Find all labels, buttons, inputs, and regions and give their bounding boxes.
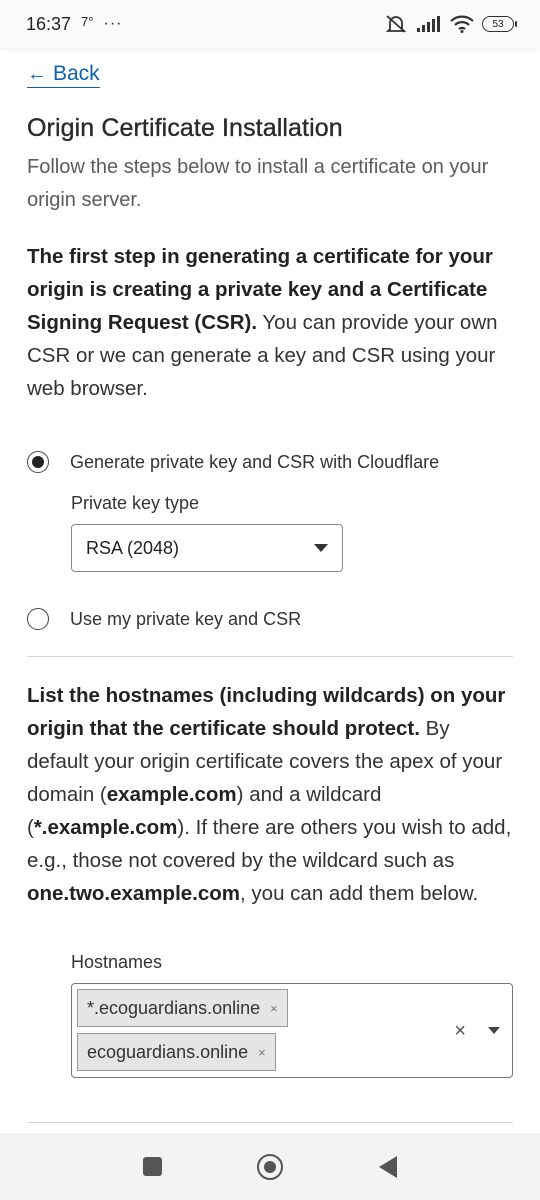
back-arrow-icon: ← (27, 62, 47, 85)
hostname-tag-label: *.ecoguardians.online (87, 997, 261, 1018)
apex-example: example.com (106, 783, 237, 806)
status-icons: 53 (384, 14, 517, 34)
page-title: Origin Certificate Installation (27, 114, 343, 142)
status-bar: 16:37 7° ··· 53 (0, 0, 540, 48)
key-type-label: Private key type (71, 493, 200, 513)
divider (27, 656, 513, 657)
hostname-tag: *.ecoguardians.online × (77, 989, 288, 1027)
hostnames-label: Hostnames (71, 952, 163, 972)
home-circle-icon (257, 1153, 283, 1180)
hostname-tag-label: ecoguardians.online (87, 1041, 249, 1062)
back-label: Back (53, 62, 100, 85)
divider (27, 1122, 513, 1123)
generate-label: Generate private key and CSR with Cloudf… (70, 451, 440, 472)
key-type-block: Private key type RSA (2048) (71, 493, 513, 572)
triangle-back-icon (379, 1155, 397, 1178)
radio-selected-dot (32, 456, 44, 468)
chevron-down-icon (314, 544, 328, 552)
hostnames-input[interactable]: *.ecoguardians.online × ecoguardians.onl… (71, 983, 513, 1078)
status-temperature: 7° (81, 13, 94, 29)
hostnames-text-4: , you can add them below. (240, 882, 479, 905)
wifi-icon (450, 15, 474, 33)
remove-tag-icon[interactable]: × (258, 1045, 266, 1060)
subdomain-example: one.two.example.com (27, 882, 241, 905)
main-content: ← Back Origin Certificate Installation F… (0, 48, 540, 1133)
key-type-value: RSA (2048) (86, 537, 180, 558)
generate-radio[interactable] (27, 451, 49, 473)
clear-all-icon[interactable]: × (454, 1020, 466, 1043)
status-time: 16:37 (26, 13, 72, 34)
system-nav-bar (0, 1133, 540, 1200)
back-link[interactable]: ← Back (27, 62, 100, 88)
mute-icon (385, 15, 407, 33)
battery-level: 53 (492, 18, 504, 30)
square-icon (142, 1157, 162, 1176)
hostname-tag: ecoguardians.online × (77, 1033, 276, 1071)
page-subtitle: Follow the steps below to install a cert… (27, 156, 489, 211)
own-key-radio[interactable] (27, 608, 49, 630)
key-type-select[interactable]: RSA (2048) (71, 524, 343, 572)
home-button[interactable] (211, 1153, 329, 1180)
own-key-label: Use my private key and CSR (70, 608, 302, 629)
wildcard-example: *.example.com (33, 816, 178, 839)
recents-button[interactable] (93, 1157, 211, 1176)
option-generate[interactable]: Generate private key and CSR with Cloudf… (27, 451, 513, 473)
nav-back-button[interactable] (329, 1155, 447, 1178)
battery-icon: 53 (482, 16, 517, 32)
option-own[interactable]: Use my private key and CSR (27, 608, 513, 630)
hostnames-paragraph: List the hostnames (including wildcards)… (27, 679, 513, 910)
remove-tag-icon[interactable]: × (270, 1001, 278, 1016)
intro-paragraph: The first step in generating a certifica… (27, 240, 513, 405)
chevron-down-icon[interactable] (488, 1027, 500, 1034)
signal-icon (417, 16, 440, 32)
status-more: ··· (103, 15, 123, 32)
